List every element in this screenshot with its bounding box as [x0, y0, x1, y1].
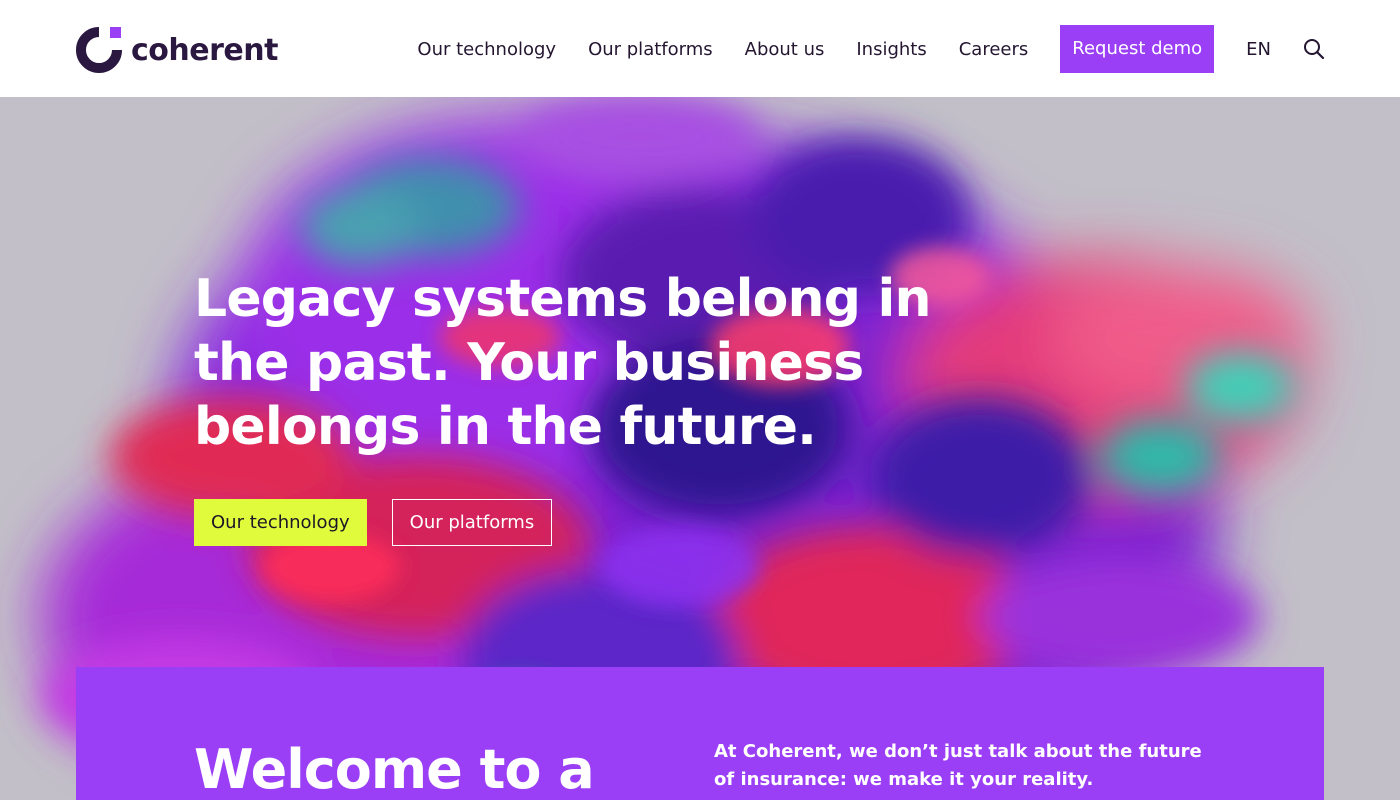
- logo-mark-icon: [75, 26, 123, 74]
- nav-our-platforms[interactable]: Our platforms: [588, 39, 713, 60]
- nav-about-us[interactable]: About us: [745, 39, 825, 60]
- coherent-logo[interactable]: coherent: [75, 26, 278, 74]
- welcome-intro-text: At Coherent, we don’t just talk about th…: [714, 741, 1202, 790]
- nav-careers[interactable]: Careers: [959, 39, 1029, 60]
- site-header: coherent Our technology Our platforms Ab…: [0, 0, 1400, 97]
- our-technology-button[interactable]: Our technology: [194, 499, 367, 546]
- nav-insights[interactable]: Insights: [856, 39, 926, 60]
- logo-text: coherent: [131, 32, 278, 68]
- our-platforms-button[interactable]: Our platforms: [391, 499, 553, 546]
- request-demo-button[interactable]: Request demo: [1060, 25, 1215, 73]
- nav-our-technology[interactable]: Our technology: [417, 39, 556, 60]
- welcome-panel: Welcome to a At Coherent, we don’t just …: [76, 667, 1324, 800]
- search-icon[interactable]: [1303, 38, 1325, 60]
- hero-title: Legacy systems belong in the past. Your …: [194, 269, 932, 457]
- language-selector[interactable]: EN: [1246, 39, 1271, 60]
- welcome-heading: Welcome to a: [194, 738, 595, 800]
- main-nav: Our technology Our platforms About us In…: [417, 25, 1325, 73]
- hero-cta-group: Our technology Our platforms: [194, 499, 553, 546]
